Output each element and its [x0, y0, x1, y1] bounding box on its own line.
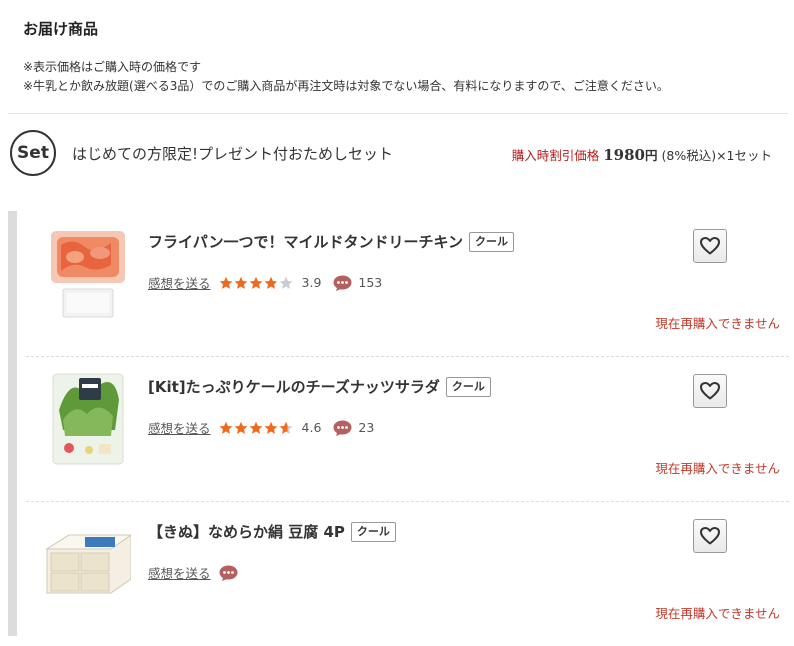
item-name[interactable]: [Kit]たっぷりケールのチーズナッツサラダ クール: [148, 376, 491, 397]
star-icon: [264, 276, 277, 289]
star-icon: [279, 421, 292, 434]
send-review-link[interactable]: 感想を送る: [148, 273, 211, 292]
cool-tag: クール: [350, 521, 396, 542]
comment-icon[interactable]: [219, 565, 238, 581]
price-tax: (8%税込)×1セット: [661, 148, 772, 163]
set-name: はじめての方限定!プレゼント付おためしセット: [72, 145, 394, 163]
item-name[interactable]: フライパン一つで！マイルドタンドリーチキン クール: [148, 231, 515, 252]
item-name[interactable]: 【きぬ】なめらか絹 豆腐 4P クール: [148, 521, 396, 542]
unavailable-status: 現在再購入できません: [655, 316, 780, 331]
favorite-button[interactable]: [693, 374, 727, 408]
set-group-bar: [8, 211, 17, 636]
star-icon: [249, 421, 262, 434]
cool-tag: クール: [445, 376, 491, 397]
rating-stars: [219, 421, 294, 435]
star-icon: [279, 276, 292, 289]
item-list: フライパン一つで！マイルドタンドリーチキン クール 感想を送る 3.9 153 …: [8, 211, 789, 636]
unavailable-status: 現在再購入できません: [655, 461, 780, 476]
kale-salad-kit-image: [52, 373, 124, 465]
star-icon: [219, 276, 232, 289]
comment-icon[interactable]: [333, 420, 352, 436]
tofu-package-image: [45, 534, 131, 594]
star-icon: [249, 276, 262, 289]
review-row: 感想を送る 4.6 23: [148, 418, 374, 437]
heart-icon: [700, 382, 720, 400]
list-item: [Kit]たっぷりケールのチーズナッツサラダ クール 感想を送る 4.6 23 …: [17, 356, 789, 501]
star-icon: [234, 421, 247, 434]
send-review-link[interactable]: 感想を送る: [148, 418, 211, 437]
section-title: お届け商品: [23, 20, 99, 38]
star-icon: [219, 421, 232, 434]
favorite-button[interactable]: [693, 519, 727, 553]
reorder-note: ※牛乳とか飲み放題(選べる3品）でのご購入商品が再注文時は対象でない場合、有料に…: [23, 79, 669, 93]
comment-icon[interactable]: [333, 275, 352, 291]
heart-icon: [700, 237, 720, 255]
review-count[interactable]: 153: [358, 275, 382, 290]
favorite-button[interactable]: [693, 229, 727, 263]
rating-value: 3.9: [301, 275, 322, 290]
price-value: 1980: [603, 146, 645, 164]
price-yen: 円: [644, 148, 658, 163]
review-count[interactable]: 23: [358, 420, 374, 435]
list-item: フライパン一つで！マイルドタンドリーチキン クール 感想を送る 3.9 153 …: [17, 211, 789, 356]
unavailable-status: 現在再購入できません: [655, 606, 780, 621]
set-badge-icon: Set: [10, 130, 56, 176]
set-price: 購入時割引価格 1980円 (8%税込)×1セット: [512, 145, 772, 164]
rating-value: 4.6: [301, 420, 322, 435]
rating-stars: [219, 276, 294, 290]
star-icon: [234, 276, 247, 289]
heart-icon: [700, 527, 720, 545]
tandoori-chicken-package-image: [51, 231, 125, 318]
divider: [8, 113, 788, 114]
send-review-link[interactable]: 感想を送る: [148, 563, 211, 582]
review-row: 感想を送る 3.9 153: [148, 273, 382, 292]
cool-tag: クール: [469, 231, 515, 252]
review-row: 感想を送る: [148, 563, 244, 582]
price-label: 購入時割引価格: [511, 148, 600, 163]
star-icon: [264, 421, 277, 434]
list-item: 【きぬ】なめらか絹 豆腐 4P クール 感想を送る 現在再購入できません: [17, 501, 789, 646]
price-note: ※表示価格はご購入時の価格です: [23, 60, 202, 74]
